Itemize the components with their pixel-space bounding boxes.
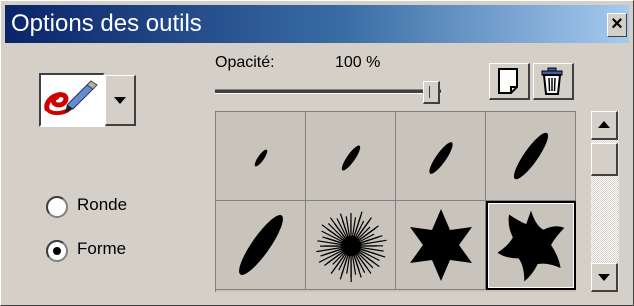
tool-dropdown-button[interactable] xyxy=(105,75,136,126)
tool-selector-button[interactable] xyxy=(39,73,105,127)
scroll-thumb[interactable] xyxy=(591,143,618,176)
brush-ellipse-icon xyxy=(341,145,361,171)
brush-splat-icon xyxy=(316,211,387,283)
arrow-up-icon xyxy=(598,121,610,128)
trash-icon xyxy=(541,67,563,95)
brush-cell[interactable] xyxy=(306,201,396,290)
brush-ellipse-icon xyxy=(429,142,453,174)
brush-scrollbar[interactable] xyxy=(591,111,619,292)
title-bar[interactable]: Options des outils × xyxy=(5,5,629,43)
brush-cell[interactable] xyxy=(486,112,576,201)
opacity-label: Opacité: xyxy=(215,54,275,71)
eraser-brush-icon xyxy=(44,80,98,116)
delete-brush-button[interactable] xyxy=(533,63,574,100)
close-button[interactable]: × xyxy=(607,13,627,37)
brush-ellipse-icon xyxy=(254,149,268,167)
brush-cell[interactable] xyxy=(216,112,306,201)
radio-label-ronde: Ronde xyxy=(77,195,128,214)
brush-ellipse-icon xyxy=(239,215,283,275)
radio-label-forme: Forme xyxy=(77,239,127,258)
scroll-up-button[interactable] xyxy=(591,111,618,140)
arrow-down-icon xyxy=(598,274,610,281)
brush-cell[interactable] xyxy=(306,112,396,201)
chevron-down-icon xyxy=(114,97,126,104)
radio-circle-icon xyxy=(46,196,68,218)
brush-swirl-star-icon xyxy=(497,210,565,282)
opacity-value: 100 % xyxy=(335,54,381,71)
brush-cell-selected[interactable] xyxy=(486,201,576,290)
opacity-slider-track[interactable] xyxy=(215,89,441,94)
radio-ronde[interactable] xyxy=(45,195,69,219)
brush-cell[interactable] xyxy=(396,201,486,290)
tool-options-window: Options des outils × Ronde Forme Opacité… xyxy=(0,0,634,306)
brush-grid xyxy=(215,111,576,292)
scroll-down-button[interactable] xyxy=(591,263,618,292)
brush-ellipse-icon xyxy=(513,132,549,180)
brush-cell[interactable] xyxy=(216,201,306,290)
brush-star-icon xyxy=(410,209,472,281)
window-title: Options des outils xyxy=(11,10,202,37)
new-page-icon xyxy=(498,68,518,94)
opacity-slider-thumb[interactable] xyxy=(423,81,440,104)
radio-forme[interactable] xyxy=(45,239,69,263)
new-brush-button[interactable] xyxy=(489,63,530,100)
brush-cell[interactable] xyxy=(396,112,486,201)
radio-circle-icon xyxy=(46,240,68,262)
